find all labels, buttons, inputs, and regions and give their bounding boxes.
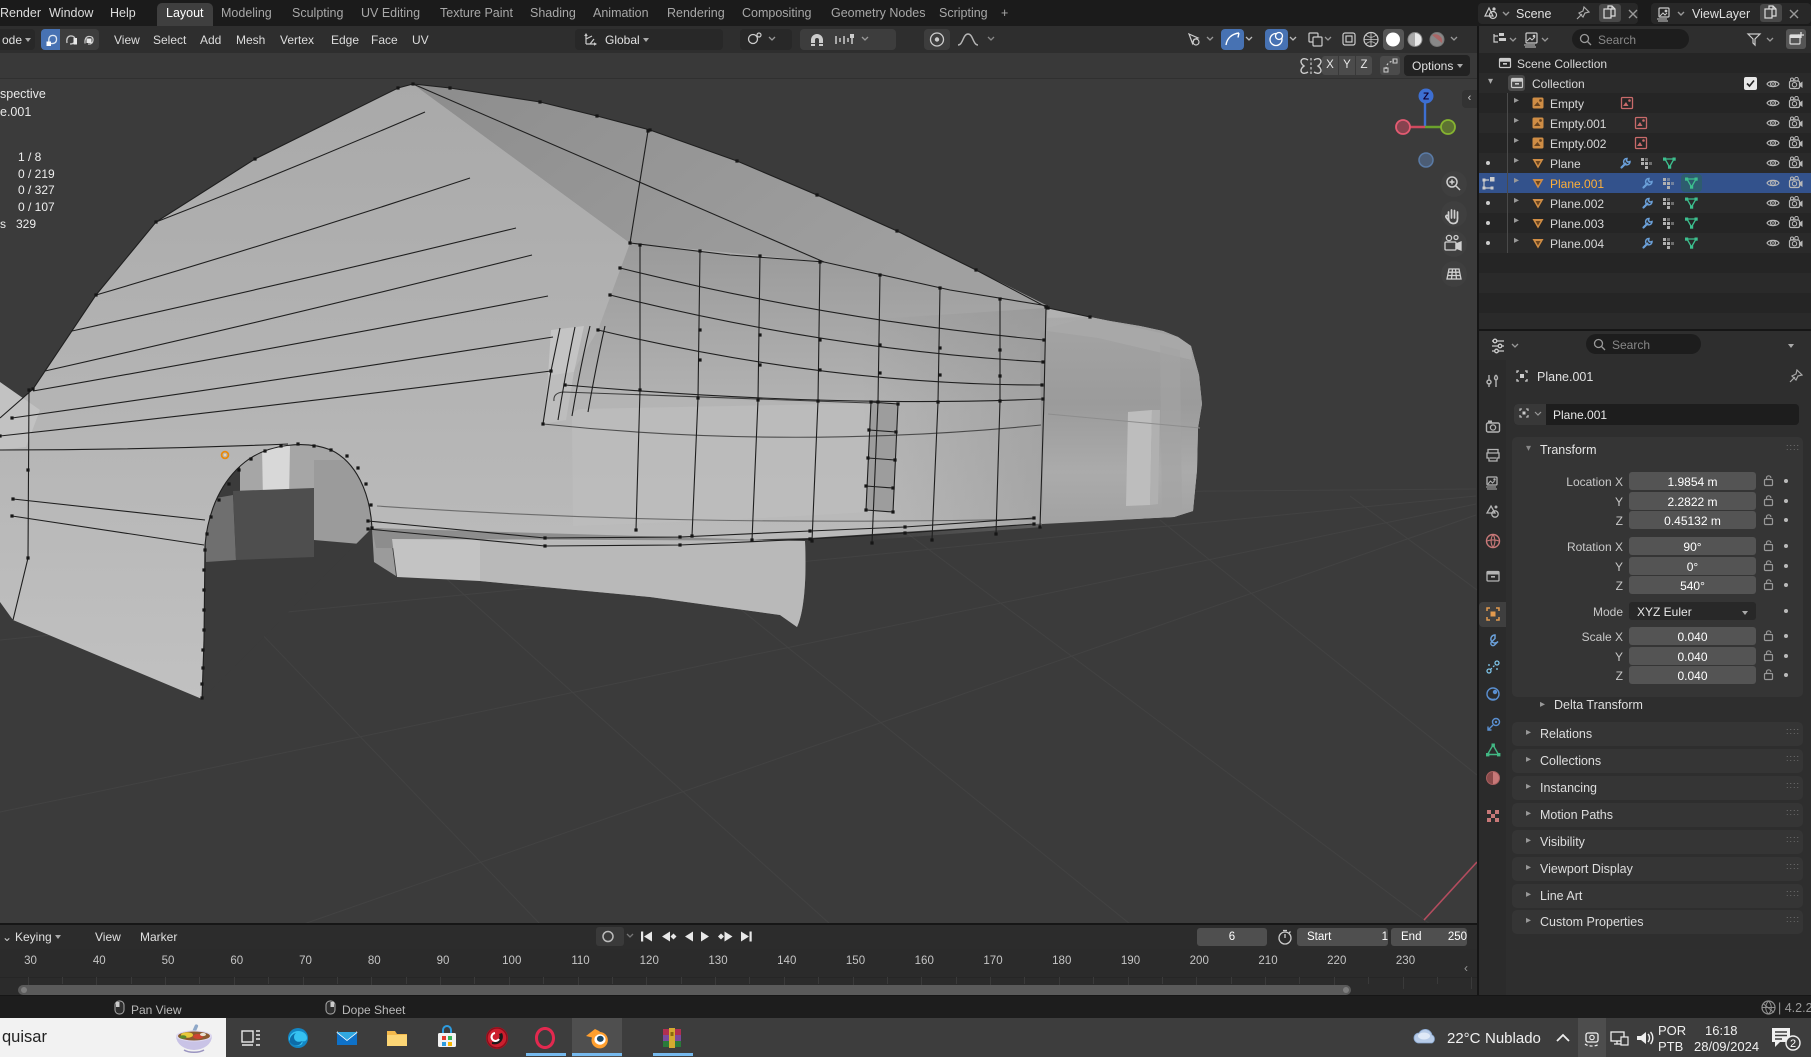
svg-text:2: 2 (1790, 1038, 1796, 1050)
svg-text:Z: Z (1423, 92, 1429, 103)
